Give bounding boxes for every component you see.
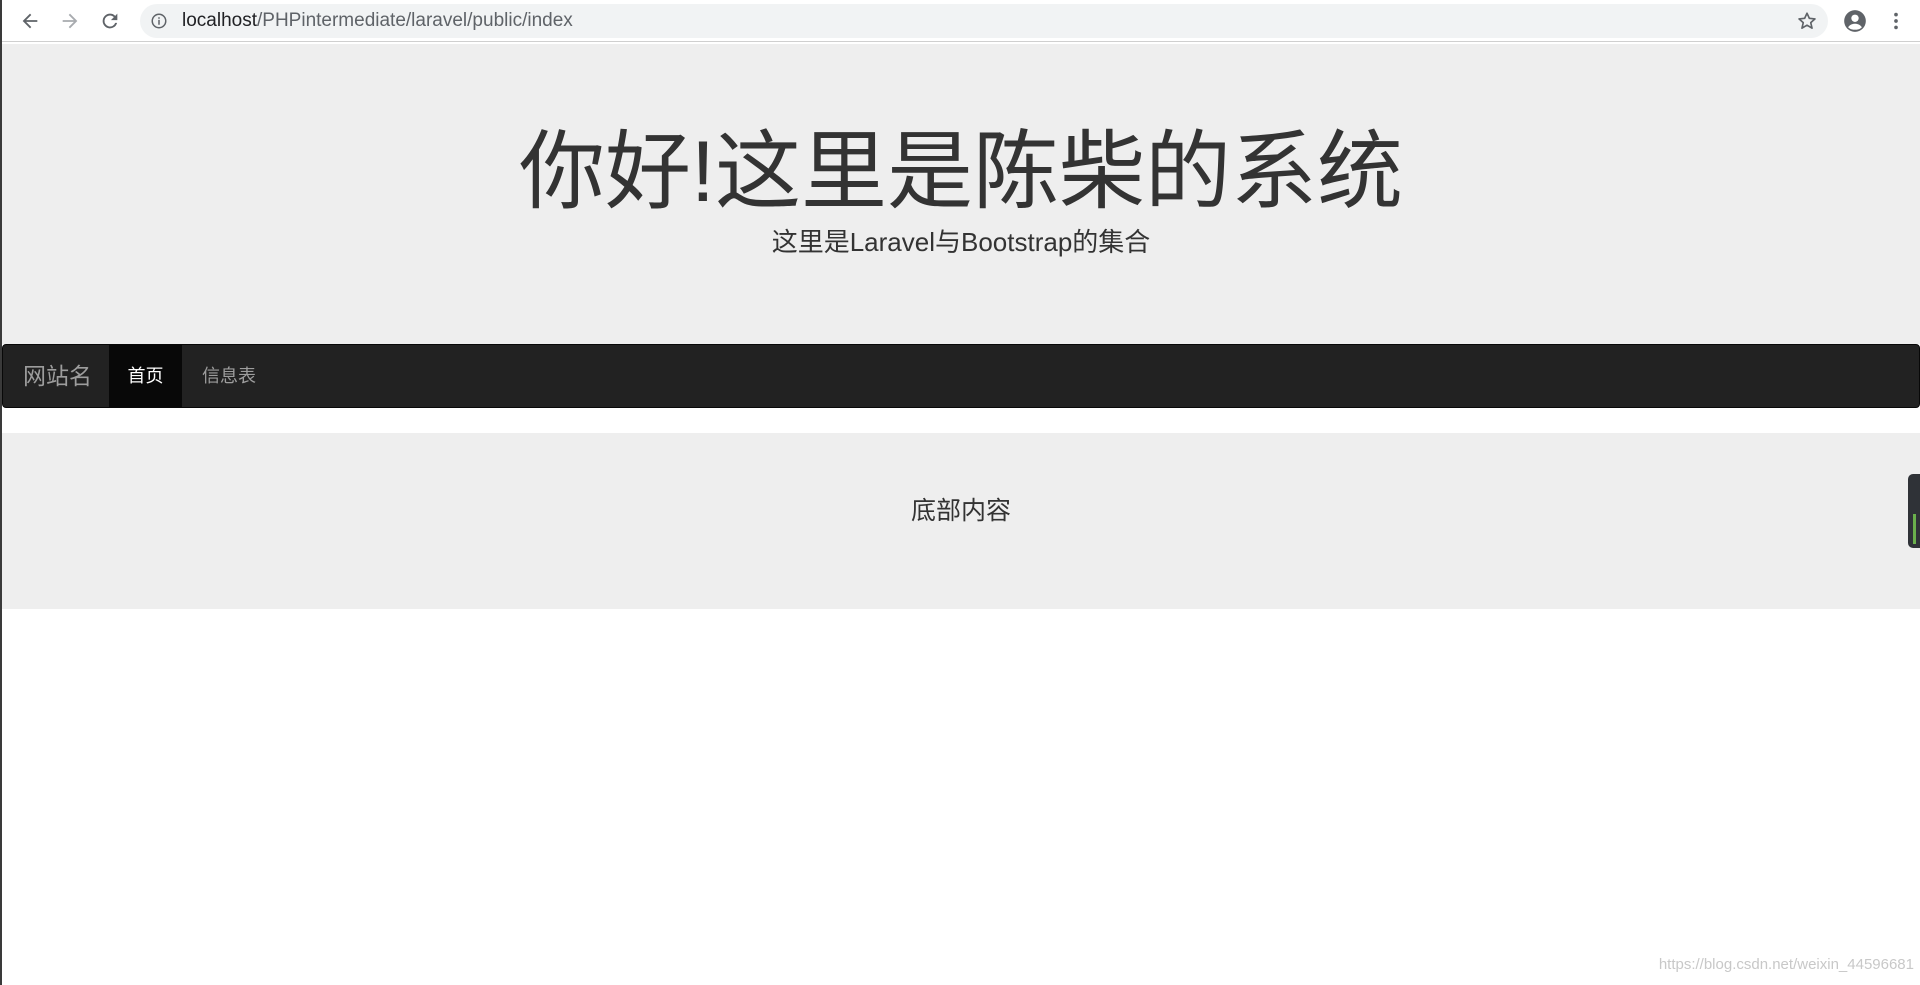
info-icon[interactable] bbox=[150, 12, 168, 30]
watermark: https://blog.csdn.net/weixin_44596681 bbox=[1658, 956, 1914, 973]
widget-level-bar bbox=[1913, 514, 1916, 544]
navbar: 网站名 首页 信息表 bbox=[2, 344, 1920, 408]
navbar-brand[interactable]: 网站名 bbox=[23, 345, 92, 407]
browser-toolbar: localhost/PHPintermediate/laravel/public… bbox=[2, 0, 1920, 42]
address-bar[interactable]: localhost/PHPintermediate/laravel/public… bbox=[140, 4, 1828, 38]
page-title: 你好!这里是陈柴的系统 bbox=[519, 124, 1403, 220]
footer: 底部内容 bbox=[2, 433, 1920, 609]
url-text[interactable]: localhost/PHPintermediate/laravel/public… bbox=[182, 10, 573, 31]
url-host: localhost bbox=[182, 10, 257, 31]
page-subtitle: 这里是Laravel与Bootstrap的集合 bbox=[771, 227, 1151, 257]
url-path: /PHPintermediate/laravel/public/index bbox=[257, 10, 573, 31]
account-icon[interactable] bbox=[1841, 7, 1869, 35]
jumbotron-header: 你好!这里是陈柴的系统 这里是Laravel与Bootstrap的集合 bbox=[2, 44, 1920, 344]
nav-item-info-table[interactable]: 信息表 bbox=[184, 345, 274, 407]
back-icon[interactable] bbox=[16, 7, 44, 35]
reload-icon[interactable] bbox=[96, 7, 124, 35]
footer-text: 底部内容 bbox=[910, 497, 1011, 525]
nav-item-home[interactable]: 首页 bbox=[109, 345, 182, 407]
page: localhost/PHPintermediate/laravel/public… bbox=[0, 0, 1920, 985]
more-icon[interactable] bbox=[1882, 7, 1910, 35]
forward-icon[interactable] bbox=[56, 7, 84, 35]
side-extension-widget[interactable] bbox=[1908, 474, 1920, 548]
star-icon[interactable] bbox=[1796, 10, 1818, 32]
